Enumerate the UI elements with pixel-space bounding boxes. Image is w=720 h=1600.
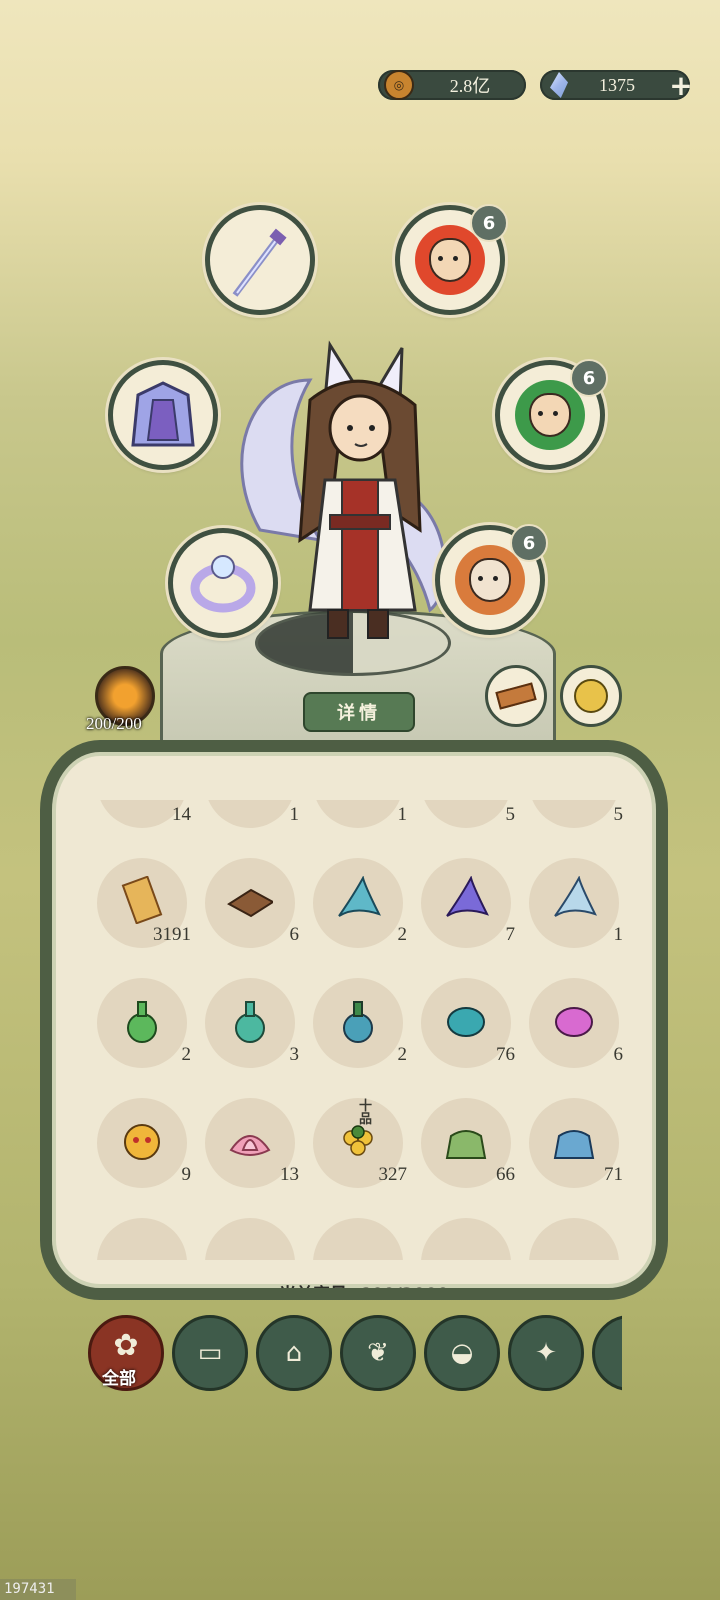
capacity-icon	[259, 1288, 273, 1300]
add-gems-button[interactable]: +	[666, 69, 696, 102]
companion-2-slot[interactable]: 6	[495, 359, 608, 470]
house-icon: ⌂	[285, 1338, 303, 1368]
inventory-item[interactable]: 1	[529, 858, 623, 948]
inventory-item[interactable]: 9	[97, 1098, 191, 1188]
inventory-item[interactable]: 66	[421, 1098, 515, 1188]
tab-scroll-clip: ▯	[592, 1315, 622, 1391]
teal-potion-icon	[235, 1001, 265, 1043]
companion-3-slot[interactable]: 6	[435, 524, 548, 635]
gem-amount: 1375	[599, 74, 635, 95]
capacity-label: 当前容量: 809/3000	[279, 1285, 449, 1300]
build-id: 197431	[0, 1579, 76, 1600]
companion-1-slot[interactable]: 6	[395, 204, 508, 315]
lotus-icon	[229, 1135, 271, 1156]
inventory-item[interactable]: 76	[421, 978, 515, 1068]
tab-scroll[interactable]: ▯	[592, 1315, 622, 1391]
tab-wood[interactable]: ▭	[172, 1315, 248, 1391]
inventory-item[interactable]	[529, 1218, 619, 1260]
inventory-item[interactable]: 13	[205, 1098, 299, 1188]
leaf-icon: ❦	[367, 1338, 389, 1368]
inventory-item[interactable]: 2	[97, 978, 191, 1068]
tab-herb[interactable]: ❦	[340, 1315, 416, 1391]
details-button[interactable]: 详情	[303, 692, 415, 732]
inventory-item[interactable]	[97, 1218, 187, 1260]
inventory-item[interactable]: 2	[313, 858, 407, 948]
armor-icon	[131, 381, 195, 447]
spirit-icon: ✦	[535, 1338, 557, 1368]
green-potion-icon	[127, 1001, 157, 1043]
tab-spirit[interactable]: ✦	[508, 1315, 584, 1391]
light-fish-icon	[554, 876, 597, 917]
inventory-item[interactable]: 7	[421, 858, 515, 948]
inventory-item[interactable]: 5	[529, 800, 623, 828]
tab-all-label: 全部	[102, 1369, 136, 1389]
inventory-item[interactable]: 3	[205, 978, 299, 1068]
inventory-item[interactable]: 3191	[97, 858, 191, 948]
weapon-slot[interactable]	[205, 205, 315, 315]
pink-spirit-icon	[555, 1007, 593, 1037]
tab-building[interactable]: ⌂	[256, 1315, 332, 1391]
spiral-potion-icon	[343, 1001, 373, 1043]
ring-icon	[190, 555, 256, 613]
bowl-icon: ◒	[450, 1338, 474, 1368]
inventory-item[interactable]: 2	[313, 978, 407, 1068]
coin-icon: ◎	[384, 70, 414, 100]
inventory-item[interactable]: 71	[529, 1098, 623, 1188]
talisman-slot[interactable]	[485, 665, 547, 727]
insect-slot[interactable]	[560, 665, 622, 727]
companion-1-level-badge: 6	[470, 204, 508, 242]
companion-3-level-badge: 6	[510, 524, 548, 562]
mask-icon	[124, 1124, 160, 1160]
inventory-panel: 14 1 1 5 5 3191 6 2 7 1 2 3 2 76 6 9 13 …	[40, 740, 668, 1300]
grape-fruit-icon	[343, 1125, 373, 1156]
talisman-icon	[495, 682, 537, 710]
capacity-indicator: 当前容量: 809/3000	[52, 1280, 656, 1300]
inventory-item[interactable]: 1	[313, 800, 407, 828]
purple-fish-icon	[446, 876, 489, 917]
tray-icon	[227, 888, 273, 918]
gem-balance: 1375 +	[540, 69, 693, 102]
log-icon: ▭	[197, 1338, 223, 1368]
coin-amount: 2.8亿	[449, 76, 491, 96]
inventory-item[interactable]: 1	[205, 800, 299, 828]
tab-food[interactable]: ◒	[424, 1315, 500, 1391]
spirit-beast-icon	[447, 1007, 485, 1037]
inventory-item[interactable]: 6	[205, 858, 299, 948]
green-pouch-icon	[445, 1130, 487, 1159]
companion-2-level-badge: 6	[570, 359, 608, 397]
armor-slot[interactable]	[108, 360, 218, 470]
inventory-item[interactable]: 5	[421, 800, 515, 828]
grid-icon: ✿	[113, 1327, 139, 1363]
scroll-icon	[121, 876, 163, 924]
inventory-item[interactable]	[421, 1218, 511, 1260]
stamina-value: 200/200	[86, 714, 142, 733]
ring-slot[interactable]	[168, 528, 278, 638]
coin-balance: ◎ 2.8亿	[378, 70, 526, 100]
inventory-item[interactable]	[205, 1218, 295, 1260]
sword-icon	[232, 228, 287, 297]
grade-tag: 十品	[359, 1099, 373, 1127]
inventory-grid[interactable]: 14 1 1 5 5 3191 6 2 7 1 2 3 2 76 6 9 13 …	[97, 800, 652, 1260]
blue-fish-icon	[338, 876, 381, 917]
inventory-item[interactable]	[313, 1218, 403, 1260]
blue-pouch-icon	[553, 1130, 595, 1159]
inventory-item[interactable]: 327	[313, 1098, 407, 1188]
inventory-item[interactable]: 14	[97, 800, 191, 828]
inventory-item[interactable]: 6	[529, 978, 623, 1068]
gem-icon	[550, 72, 568, 98]
golden-beetle-icon	[574, 679, 608, 713]
